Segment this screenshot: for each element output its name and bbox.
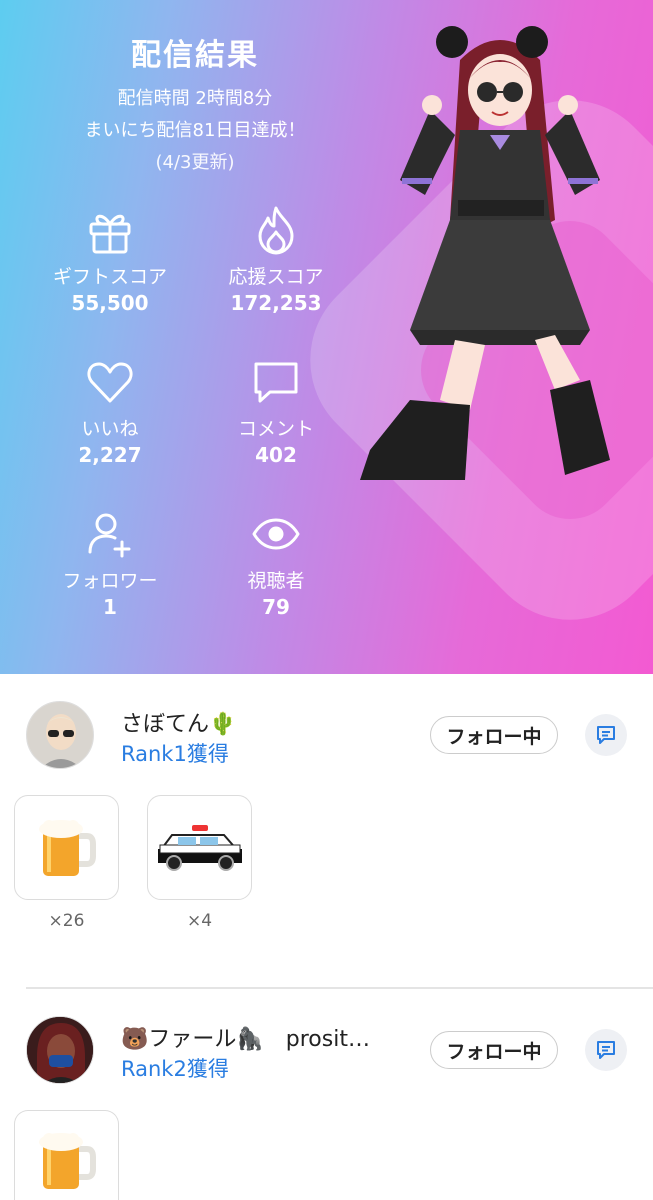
stat-viewers: 視聴者 79 — [186, 508, 366, 619]
heart-icon — [87, 362, 133, 403]
comment-icon — [254, 362, 298, 403]
stat-value: 79 — [262, 595, 290, 619]
gift-item[interactable] — [147, 795, 252, 900]
gift-count: ×4 — [186, 911, 213, 931]
add-user-icon — [88, 513, 131, 558]
gift-item[interactable] — [14, 795, 119, 900]
daily-streak: まいにち配信81日目達成！ — [84, 120, 306, 141]
supporter-rank: Rank2獲得 — [121, 1057, 229, 1081]
message-button[interactable] — [585, 1029, 627, 1071]
page-title: 配信結果 — [131, 38, 259, 73]
supporter-avatar[interactable] — [26, 701, 94, 769]
supporter-name: さぼてん🌵 — [121, 712, 237, 737]
supporter-entry: さぼてん🌵 Rank1獲得 フォロー中 ×26 ×4 — [0, 674, 653, 988]
stat-value: 2,227 — [78, 443, 142, 467]
stat-label: コメント — [237, 418, 314, 440]
stat-label: いいね — [81, 418, 139, 440]
stat-label: 応援スコア — [228, 266, 324, 288]
stat-support-score: 応援スコア 172,253 — [186, 204, 366, 315]
following-button[interactable]: フォロー中 — [430, 1031, 558, 1069]
gift-count: ×26 — [48, 911, 85, 931]
message-button[interactable] — [585, 714, 627, 756]
eye-icon — [252, 518, 300, 550]
flame-icon — [258, 206, 294, 255]
beer-mug-icon — [38, 819, 96, 876]
stat-value: 172,253 — [230, 291, 322, 315]
stat-comments: コメント 402 — [186, 356, 366, 467]
gift-icon — [89, 214, 131, 254]
supporter-name: 🐻ファール🦍 prosit… — [121, 1027, 370, 1052]
supporter-avatar[interactable] — [26, 1016, 94, 1084]
chat-icon — [597, 1041, 615, 1059]
stream-duration: 配信時間 2時間8分 — [117, 88, 273, 109]
following-button[interactable]: フォロー中 — [430, 716, 558, 754]
police-car-icon — [157, 824, 242, 871]
stat-gift-score: ギフトスコア 55,500 — [20, 204, 200, 315]
stat-followers: フォロワー 1 — [20, 508, 200, 619]
stat-value: 55,500 — [71, 291, 149, 315]
stat-likes: いいね 2,227 — [20, 356, 200, 467]
stat-label: ギフトスコア — [52, 266, 167, 288]
supporter-entry: 🐻ファール🦍 prosit… Rank2獲得 フォロー中 — [0, 989, 653, 1200]
stat-value: 402 — [255, 443, 297, 467]
gift-item[interactable] — [14, 1110, 119, 1200]
beer-mug-icon — [38, 1133, 96, 1189]
result-hero: 配信結果 配信時間 2時間8分 まいにち配信81日目達成！ (4/3更新) ギフ… — [0, 0, 653, 674]
stat-label: 視聴者 — [247, 570, 305, 592]
supporter-rank: Rank1獲得 — [121, 742, 229, 766]
stat-label: フォロワー — [62, 570, 158, 592]
chat-icon — [597, 726, 615, 744]
stat-value: 1 — [103, 595, 117, 619]
updated-date: (4/3更新) — [155, 152, 235, 173]
